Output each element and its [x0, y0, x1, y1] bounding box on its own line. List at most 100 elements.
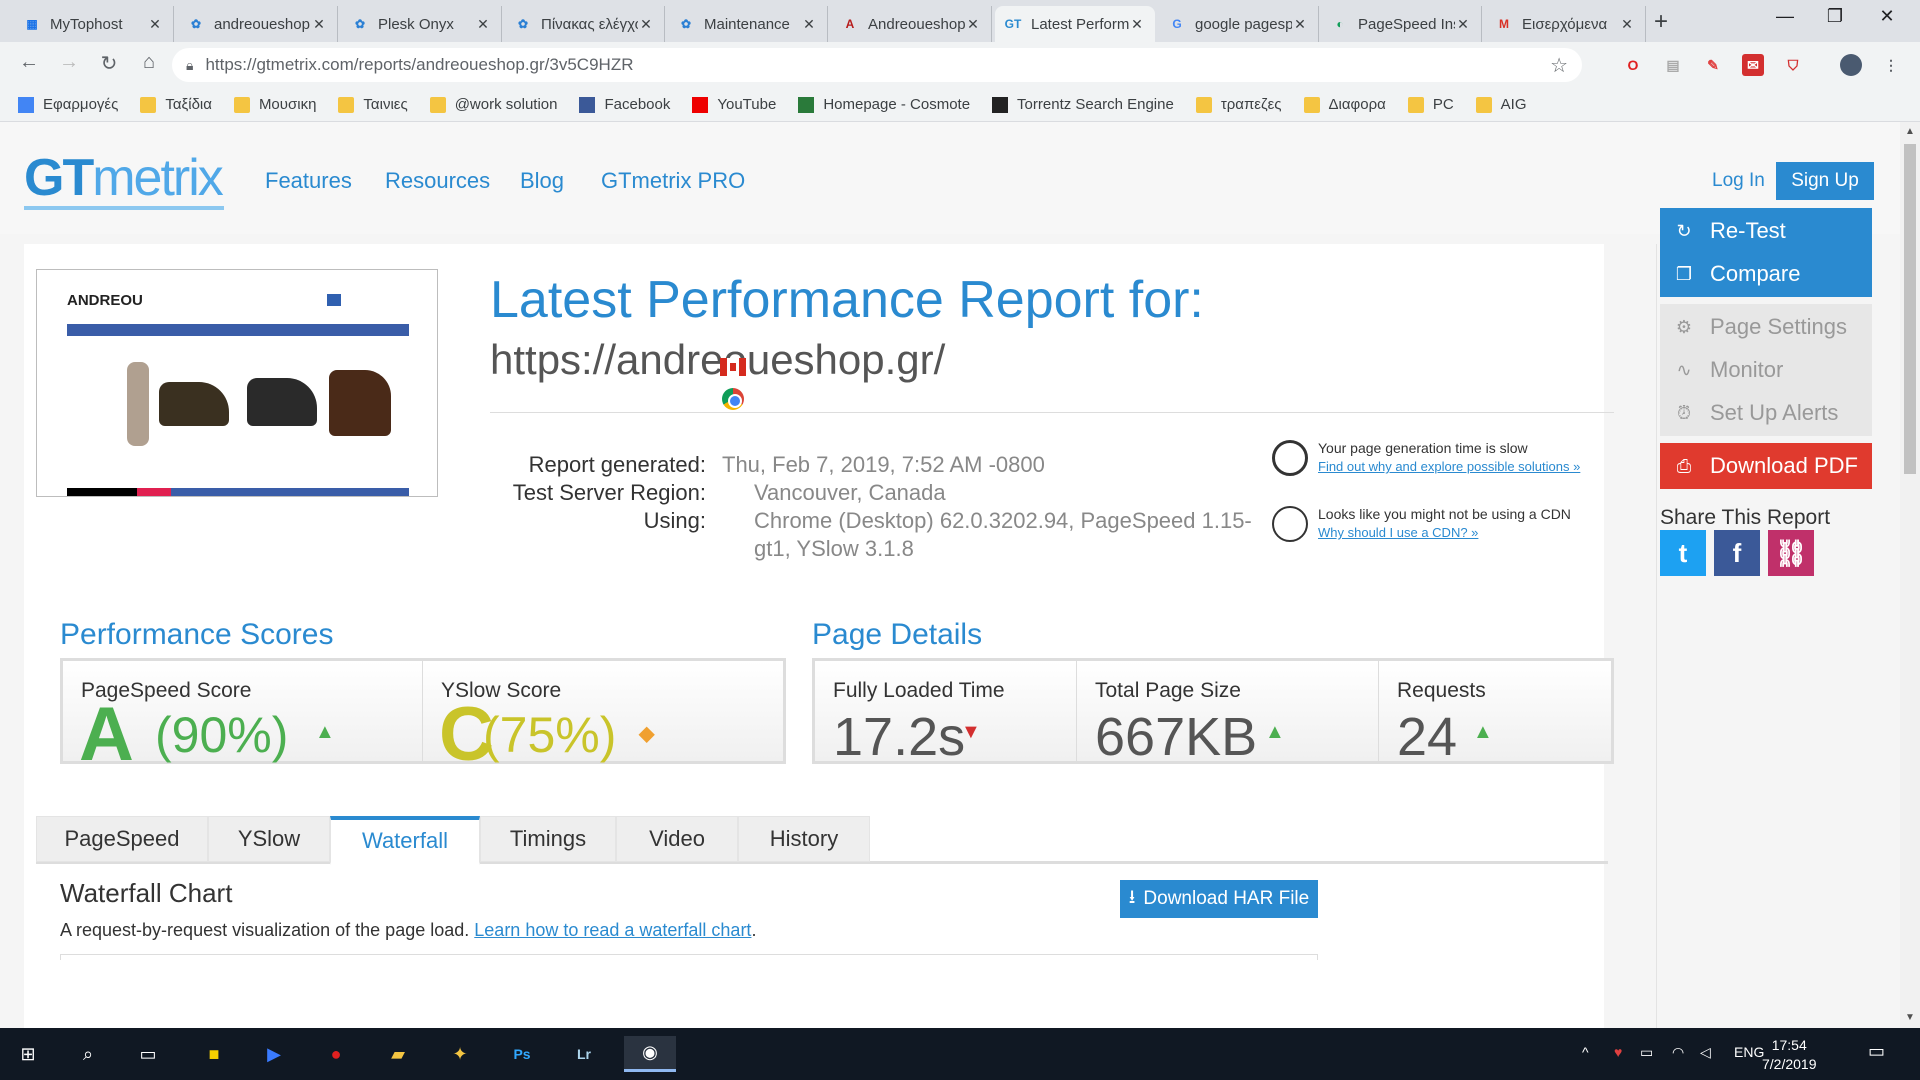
link-share-icon[interactable]: ⛓ [1768, 530, 1814, 576]
mail-extension-icon[interactable]: ✉ [1742, 54, 1764, 76]
browser-tab[interactable]: M Εισερχόμενα ✕ [1486, 6, 1646, 42]
shield-extension-icon[interactable]: ⛉ [1782, 54, 1804, 76]
close-tab-icon[interactable]: ✕ [1619, 16, 1635, 33]
browser-tab[interactable]: GT Latest Performance✕ [995, 6, 1155, 42]
bookmark-item[interactable]: PC [1407, 96, 1454, 113]
home-icon[interactable]: ⌂ [134, 51, 164, 74]
set-up-alerts-button[interactable]: ⏰︎ Set Up Alerts [1660, 390, 1872, 436]
tab-pagespeed[interactable]: PageSpeed [36, 816, 208, 862]
browser-tab[interactable]: ▦ MyTophost ✕ [14, 6, 174, 42]
monitor-button[interactable]: ∿ Monitor [1660, 347, 1872, 393]
bookmark-item[interactable]: Torrentz Search Engine [992, 96, 1174, 113]
cdn-link[interactable]: Why should I use a CDN? » [1318, 525, 1571, 540]
tab-history[interactable]: History [738, 816, 870, 862]
bookmark-item[interactable]: Ταξίδια [140, 96, 212, 113]
bookmark-item[interactable]: Ταινιες [338, 96, 408, 113]
tab-timings[interactable]: Timings [480, 816, 616, 862]
close-tab-icon[interactable]: ✕ [475, 16, 491, 33]
close-tab-icon[interactable]: ✕ [638, 16, 654, 33]
search-icon[interactable]: ⌕ [70, 1036, 106, 1072]
maximize-button[interactable]: ❐ [1810, 6, 1860, 27]
retest-button[interactable]: ↻ Re-Test [1660, 208, 1872, 254]
generation-time-link[interactable]: Find out why and explore possible soluti… [1318, 459, 1580, 474]
address-bar[interactable]: 🔒︎ https://gtmetrix.com/reports/andreoue… [172, 48, 1582, 82]
wifi-icon[interactable]: ◠ [1672, 1044, 1684, 1061]
cast-extension-icon[interactable]: ▤ [1662, 54, 1684, 76]
bookmark-item[interactable]: Εφαρμογές [18, 96, 118, 113]
report-url[interactable]: https://andreoueshop.gr/ [490, 336, 945, 384]
bookmark-item[interactable]: @work solution [429, 96, 557, 113]
twitter-share-icon[interactable]: t [1660, 530, 1706, 576]
scroll-thumb[interactable] [1904, 144, 1916, 474]
browser-tab[interactable]: A Andreoueshop ✕ [832, 6, 992, 42]
download-pdf-button[interactable]: ⎙ Download PDF [1660, 443, 1872, 489]
profile-avatar[interactable] [1840, 54, 1862, 76]
scroll-down-icon[interactable]: ▼ [1905, 1012, 1915, 1023]
task-view-icon[interactable]: ▭ [130, 1036, 166, 1072]
sticky-notes-icon[interactable]: ■ [196, 1036, 232, 1072]
system-clock[interactable]: 17:54 7/2/2019 [1762, 1036, 1817, 1074]
reload-icon[interactable]: ↻ [94, 51, 124, 76]
close-tab-icon[interactable]: ✕ [147, 16, 163, 33]
download-har-button[interactable]: ⭳ Download HAR File [1120, 880, 1318, 918]
browser-tab[interactable]: ✿ Πίνακας ελέγχου✕ [505, 6, 665, 42]
tray-shield-icon[interactable]: ♥ [1614, 1044, 1622, 1060]
bookmark-item[interactable]: Facebook [579, 96, 670, 113]
close-tab-icon[interactable]: ✕ [1129, 16, 1145, 33]
battery-icon[interactable]: ▭ [1640, 1044, 1653, 1061]
page-scrollbar[interactable]: ▲ ▼ [1900, 122, 1920, 1028]
nav-gtmetrix-pro[interactable]: GTmetrix PRO [601, 168, 745, 194]
browser-tab[interactable]: ◐ PageSpeed Insights✕ [1322, 6, 1482, 42]
menu-kebab-icon[interactable]: ⋮ [1880, 54, 1902, 76]
tab-waterfall[interactable]: Waterfall [330, 816, 480, 865]
compare-button[interactable]: ❐ Compare [1660, 251, 1872, 297]
back-icon[interactable]: ← [14, 51, 44, 74]
browser-tab[interactable]: ✿ Maintenance ✕ [668, 6, 828, 42]
gtmetrix-logo[interactable]: GTmetrix [24, 148, 224, 208]
paint-icon[interactable]: ● [318, 1036, 354, 1072]
bookmark-item[interactable]: Διαφορα [1303, 96, 1386, 113]
new-tab-button[interactable]: + [1654, 8, 1668, 36]
waterfall-help-link[interactable]: Learn how to read a waterfall chart [474, 920, 751, 940]
tab-video[interactable]: Video [616, 816, 738, 862]
photoshop-icon[interactable]: Ps [504, 1036, 540, 1072]
login-link[interactable]: Log In [1712, 170, 1765, 192]
facebook-share-icon[interactable]: f [1714, 530, 1760, 576]
scroll-up-icon[interactable]: ▲ [1905, 126, 1915, 137]
chrome-taskbar-icon[interactable]: ◉ [624, 1036, 676, 1072]
bookmark-item[interactable]: YouTube [692, 96, 776, 113]
browser-tab[interactable]: ✿ andreoueshop ✕ [178, 6, 338, 42]
close-tab-icon[interactable]: ✕ [1292, 16, 1308, 33]
bookmark-star-icon[interactable]: ☆ [1550, 53, 1568, 78]
bookmark-item[interactable]: τραπεζες [1195, 96, 1282, 113]
bookmark-item[interactable]: Homepage - Cosmote [798, 96, 970, 113]
pen-extension-icon[interactable]: ✎ [1702, 54, 1724, 76]
close-tab-icon[interactable]: ✕ [965, 16, 981, 33]
close-tab-icon[interactable]: ✕ [1455, 16, 1471, 33]
lightroom-icon[interactable]: Lr [566, 1036, 602, 1072]
file-explorer-icon[interactable]: ▰ [380, 1036, 416, 1072]
page-settings-button[interactable]: ⚙ Page Settings [1660, 304, 1872, 350]
language-indicator[interactable]: ENG [1734, 1044, 1764, 1060]
media-player-icon[interactable]: ▶ [256, 1036, 292, 1072]
network-app-icon[interactable]: ✦ [442, 1036, 478, 1072]
bookmark-item[interactable]: Μουσικη [233, 96, 316, 113]
signup-button[interactable]: Sign Up [1776, 162, 1874, 200]
browser-tab[interactable]: Ggoogle pagespeed✕ [1159, 6, 1319, 42]
tab-yslow[interactable]: YSlow [208, 816, 330, 862]
tray-chevron-icon[interactable]: ^ [1582, 1044, 1589, 1060]
forward-icon[interactable]: → [54, 51, 84, 74]
close-tab-icon[interactable]: ✕ [801, 16, 817, 33]
minimize-button[interactable]: — [1760, 6, 1810, 27]
volume-icon[interactable]: ◁ [1700, 1044, 1711, 1061]
bookmark-item[interactable]: AIG [1475, 96, 1527, 113]
close-tab-icon[interactable]: ✕ [311, 16, 327, 33]
windows-start-icon[interactable]: ⊞ [10, 1036, 46, 1072]
nav-features[interactable]: Features [265, 168, 352, 194]
nav-resources[interactable]: Resources [385, 168, 490, 194]
browser-tab[interactable]: ✿ Plesk Onyx ✕ [342, 6, 502, 42]
notifications-icon[interactable]: ▭ [1868, 1041, 1885, 1062]
opera-extension-icon[interactable]: O [1622, 54, 1644, 76]
nav-blog[interactable]: Blog [520, 168, 564, 194]
close-window-button[interactable]: ✕ [1862, 6, 1912, 27]
